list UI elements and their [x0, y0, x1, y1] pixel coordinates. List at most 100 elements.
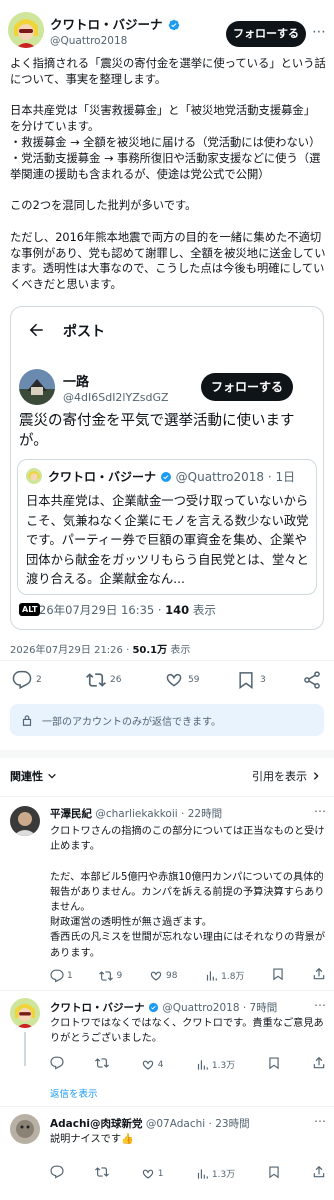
- reply-author-name[interactable]: 平澤民紀: [50, 808, 92, 820]
- like-button[interactable]: 4: [141, 1058, 164, 1072]
- embedded-header-title: ポスト: [63, 324, 105, 340]
- bookmark-icon: [239, 672, 253, 689]
- repost-button[interactable]: [95, 1164, 110, 1183]
- repost-button[interactable]: [95, 1055, 110, 1074]
- repost-count: 26: [110, 675, 122, 685]
- like-icon: [142, 1169, 153, 1179]
- back-arrow-icon: [27, 321, 45, 343]
- bookmark-icon: [268, 1057, 279, 1070]
- more-options-icon[interactable]: ⋯: [314, 1114, 326, 1128]
- quote-author-avatar: [26, 468, 42, 484]
- bookmark-button[interactable]: [271, 966, 285, 985]
- bookmark-button[interactable]: 3: [236, 670, 266, 690]
- main-author-handle[interactable]: @Quattro2018: [50, 35, 180, 47]
- embedded-post-text: 震災の寄付金を平気で選挙活動に使いますが。: [19, 413, 295, 449]
- embedded-author-avatar: [19, 369, 55, 405]
- reply-button[interactable]: [50, 1164, 64, 1183]
- like-icon: [142, 1060, 153, 1070]
- reply-avatar[interactable]: [10, 806, 40, 836]
- bookmark-count: 3: [260, 675, 266, 685]
- main-author-name[interactable]: クワトロ・バジーナ: [50, 17, 163, 32]
- reply-icon: [12, 670, 32, 690]
- main-views-label: 表示: [170, 645, 191, 656]
- show-quotes-button[interactable]: 引用を表示: [252, 768, 321, 784]
- thread-line: [24, 1032, 26, 1066]
- embedded-follow-button: フォローする: [201, 373, 293, 401]
- reply-icon: [50, 1056, 64, 1070]
- embedded-author-handle: @4dI6SdI2lYZsdGZ: [63, 391, 169, 404]
- reply-age: 23時間: [215, 1118, 250, 1130]
- sort-relevance-button[interactable]: 関連性: [10, 768, 57, 784]
- verified-icon: [160, 472, 171, 482]
- views-icon: [207, 970, 218, 981]
- views-count: 1.3万: [211, 1170, 236, 1180]
- share-button[interactable]: [312, 966, 326, 985]
- reply-icon: [50, 969, 64, 982]
- more-options-icon[interactable]: ⋯: [314, 998, 326, 1012]
- like-count: 98: [165, 970, 178, 981]
- views-button[interactable]: 1.3万: [195, 1058, 235, 1072]
- repost-button[interactable]: 26: [86, 670, 121, 690]
- share-button[interactable]: [312, 1164, 326, 1183]
- repost-count: 9: [116, 970, 123, 981]
- views-button[interactable]: 1.8万: [204, 969, 245, 983]
- reply-author-handle: @07Adachi: [145, 1118, 206, 1130]
- views-button[interactable]: 1.3万: [195, 1167, 235, 1181]
- reply-icon: [50, 1165, 64, 1179]
- views-count: 1.8万: [221, 972, 245, 982]
- views-count: 1.3万: [211, 1061, 236, 1071]
- reply-author-handle: @charliekakkoii: [95, 808, 178, 820]
- info-icon: [22, 715, 32, 726]
- quote-text: 日本共産党は、企業献金一つ受け取っていないからこそ、気兼ねなく企業にモノを言える…: [26, 494, 309, 586]
- embedded-timestamp: 26年07月29日 16:35: [39, 603, 155, 617]
- bookmark-button[interactable]: [267, 1055, 281, 1074]
- reply-button[interactable]: [50, 1055, 64, 1074]
- reply-author-name[interactable]: Adachi@肉球新党: [50, 1118, 143, 1130]
- repost-icon: [99, 970, 114, 981]
- main-post-timestamp[interactable]: 2026年07月29日 21:26: [10, 645, 123, 656]
- show-replies-link[interactable]: 返信を表示: [50, 1086, 98, 1100]
- reply-header: 平澤民紀 @charliekakkoii · 22時間: [50, 808, 223, 820]
- reply-button[interactable]: 2: [12, 670, 42, 690]
- bookmark-icon: [273, 968, 283, 981]
- main-post-meta: 2026年07月29日 21:26 · 50.1万 表示: [10, 645, 191, 656]
- embedded-quote-card: クワトロ・バジーナ @Quattro2018 · 1日 日本共産党は、企業献金一…: [17, 459, 317, 595]
- like-button[interactable]: 98: [149, 969, 177, 983]
- reply-age: 22時間: [187, 808, 223, 820]
- share-button[interactable]: [312, 1055, 326, 1074]
- like-icon: [166, 673, 182, 687]
- share-icon: [313, 967, 325, 980]
- follow-button[interactable]: フォローする: [226, 21, 306, 47]
- main-author-avatar[interactable]: [8, 12, 44, 48]
- chevron-right-icon: [313, 772, 319, 780]
- like-button[interactable]: 1: [141, 1167, 163, 1181]
- embedded-views-label: 表示: [192, 603, 216, 617]
- more-options-icon[interactable]: ⋯: [312, 24, 326, 40]
- reply-restriction-text: 一部のアカウントのみが返信できます。: [42, 716, 221, 728]
- reply-action-bar: 1 9 98 1.8万: [50, 966, 326, 985]
- share-icon: [313, 1056, 325, 1069]
- more-options-icon[interactable]: ⋯: [314, 804, 326, 818]
- sort-relevance-label: 関連性: [10, 770, 43, 783]
- section-separator: [0, 750, 334, 758]
- embedded-meta: 26年07月29日 16:35 · 140 表示: [39, 603, 216, 617]
- share-button[interactable]: [302, 670, 322, 694]
- embedded-screenshot-card[interactable]: ポスト 一路 @4dI6SdI2lYZsdGZ フォローする 震災の寄付金を平気…: [10, 306, 324, 630]
- reply-button[interactable]: 1: [50, 969, 73, 983]
- repost-button[interactable]: 9: [99, 969, 122, 983]
- like-count: 4: [157, 1059, 164, 1070]
- reply-author-name[interactable]: クワトロ・バジーナ: [50, 1002, 145, 1014]
- quote-age: 1日: [275, 470, 296, 484]
- bookmark-button[interactable]: [267, 1164, 281, 1183]
- reply-avatar[interactable]: [10, 1114, 40, 1144]
- reply-header: クワトロ・バジーナ @Quattro2018 · 7時間: [50, 1002, 278, 1014]
- quote-author-name: クワトロ・バジーナ: [48, 470, 157, 484]
- reply-text: クロトワさんの指摘のこの部分については正当なものと受け止めます。 ただ、本部ビル…: [50, 826, 326, 959]
- like-button[interactable]: 59: [164, 670, 199, 690]
- verified-icon: [168, 19, 179, 31]
- reply-action-bar: 4 1.3万: [50, 1055, 326, 1074]
- main-views-count: 50.1万: [132, 645, 168, 656]
- reply-avatar[interactable]: [10, 998, 40, 1028]
- repost-icon: [86, 673, 106, 687]
- reply-author-handle: @Quattro2018: [162, 1002, 240, 1014]
